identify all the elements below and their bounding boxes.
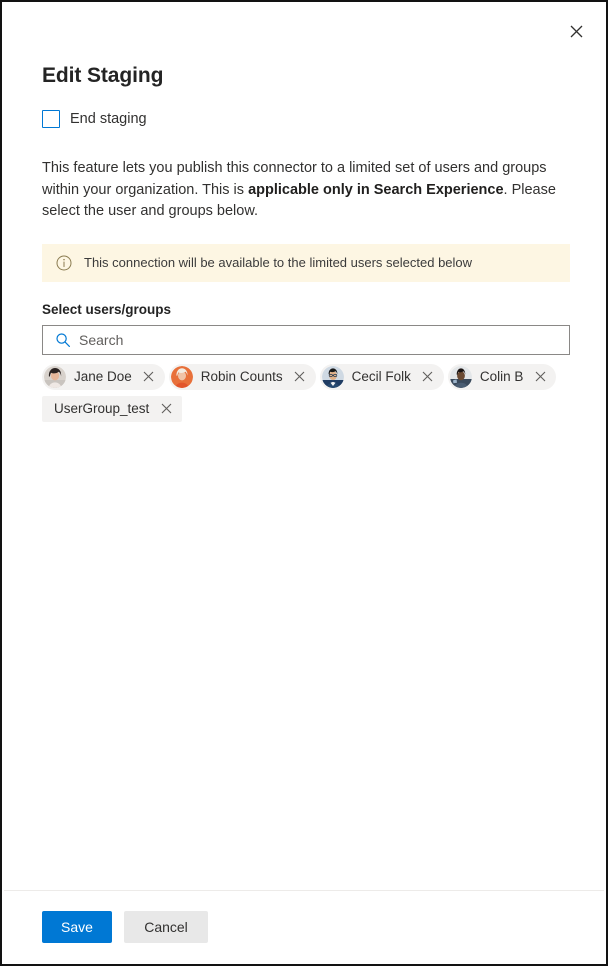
chip-label: Robin Counts	[200, 369, 283, 384]
select-users-groups-label: Select users/groups	[42, 301, 172, 317]
chip-label: Jane Doe	[74, 369, 132, 384]
checkbox-box[interactable]	[42, 110, 60, 128]
chip-remove-button[interactable]	[289, 366, 311, 388]
description-text: This feature lets you publish this conne…	[42, 158, 566, 223]
chip-cecil-folk[interactable]: Cecil Folk	[319, 363, 444, 390]
info-banner-text: This connection will be available to the…	[84, 254, 473, 270]
chip-remove-button[interactable]	[417, 366, 439, 388]
cancel-button[interactable]: Cancel	[124, 910, 208, 943]
avatar-cecil-folk	[321, 365, 344, 388]
info-circle-icon	[56, 255, 72, 271]
chip-remove-button[interactable]	[529, 366, 551, 388]
save-button[interactable]: Save	[42, 910, 112, 943]
description-emphasis: applicable only in Search Experience	[248, 181, 504, 198]
chip-robin-counts[interactable]: Robin Counts	[168, 363, 316, 390]
people-picker-search-box[interactable]	[42, 324, 570, 355]
info-banner: This connection will be available to the…	[42, 243, 570, 282]
avatar-colin-b	[449, 365, 472, 388]
search-icon	[55, 332, 71, 348]
panel-content: Edit Staging End staging This feature le…	[2, 2, 606, 890]
avatar-robin-counts	[170, 365, 193, 388]
chip-label: Colin B	[479, 369, 524, 384]
chip-jane-doe[interactable]: Jane Doe	[42, 363, 165, 390]
chip-remove-button[interactable]	[155, 398, 177, 420]
end-staging-label: End staging	[70, 111, 147, 127]
edit-staging-panel: Edit Staging End staging This feature le…	[0, 0, 608, 966]
chip-label: Cecil Folk	[351, 369, 411, 384]
chip-label: UserGroup_test	[54, 401, 150, 416]
selected-chips-list: Jane Doe Robin Counts Cecil Folk Colin B…	[42, 363, 582, 422]
close-icon	[535, 371, 546, 382]
search-input[interactable]	[79, 331, 561, 348]
close-icon	[422, 371, 433, 382]
close-icon	[161, 403, 172, 414]
page-title: Edit Staging	[42, 64, 164, 87]
end-staging-checkbox[interactable]: End staging	[42, 110, 147, 128]
close-icon	[143, 371, 154, 382]
avatar-jane-doe	[44, 365, 66, 388]
chip-colin-b[interactable]: Colin B	[447, 363, 557, 390]
chip-remove-button[interactable]	[138, 366, 160, 388]
chip-usergroup-test[interactable]: UserGroup_test	[42, 395, 183, 422]
panel-footer: Save Cancel	[4, 890, 604, 962]
close-icon	[294, 371, 305, 382]
